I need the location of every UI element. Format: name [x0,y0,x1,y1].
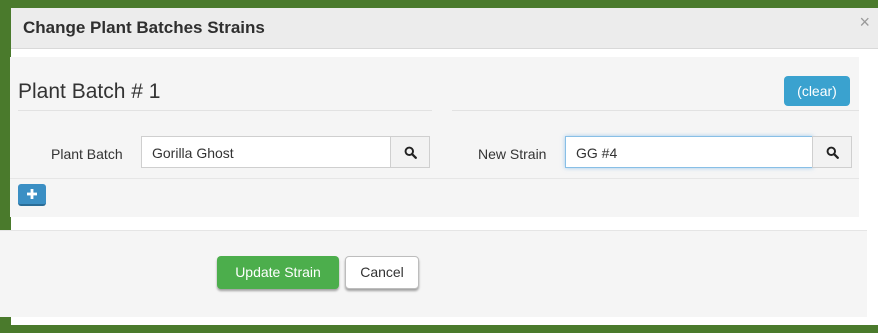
plant-batch-field [141,136,391,168]
new-strain-search-button[interactable] [812,136,852,168]
plus-icon [27,189,37,199]
plant-batch-search-button[interactable] [390,136,430,168]
add-batch-button[interactable] [18,184,46,206]
update-strain-button[interactable]: Update Strain [217,256,339,289]
modal-footer [0,231,867,317]
modal-title: Change Plant Batches Strains [23,18,265,37]
plant-batch-heading: Plant Batch # 1 [18,80,161,103]
row-divider [10,178,859,179]
search-icon [826,146,839,159]
new-strain-field [565,136,813,168]
plant-batch-label: Plant Batch [51,146,123,162]
clear-button[interactable]: (clear) [784,76,850,106]
search-icon [404,146,417,159]
new-strain-label: New Strain [478,146,547,162]
close-icon[interactable]: × [859,12,870,33]
heading-divider-left [18,110,432,111]
modal-header: Change Plant Batches Strains × [11,8,878,49]
plant-batch-input[interactable] [150,143,386,163]
cancel-button[interactable]: Cancel [345,256,419,289]
new-strain-input[interactable] [574,143,808,163]
heading-divider-right [452,110,859,111]
